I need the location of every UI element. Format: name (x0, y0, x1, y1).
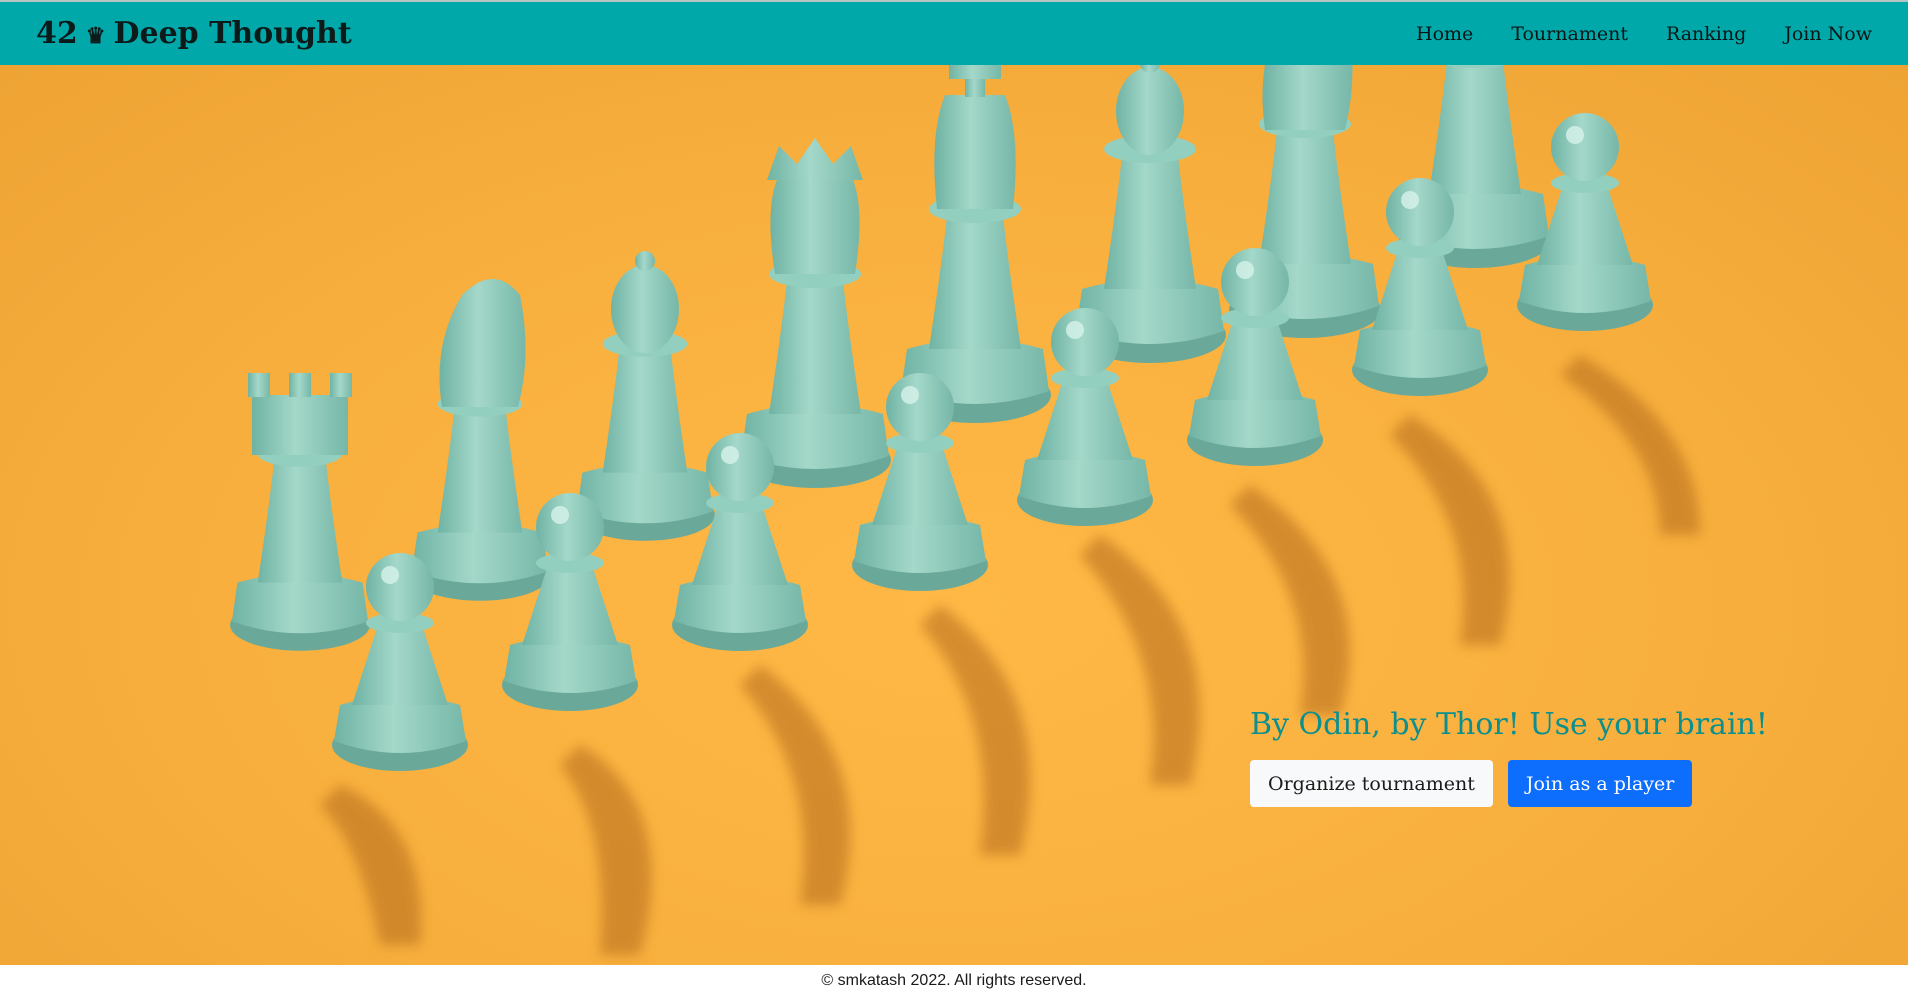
hero-section: By Odin, by Thor! Use your brain! Organi… (0, 65, 1908, 965)
copyright-text: © smkatash 2022. All rights reserved. (821, 972, 1087, 989)
brand-number: 42 (36, 16, 78, 51)
crown-icon: ♛ (85, 22, 106, 49)
brand-logo[interactable]: 42 ♛ Deep Thought (36, 16, 352, 51)
main-nav: Home Tournament Ranking Join Now (1416, 23, 1872, 45)
hero-tagline: By Odin, by Thor! Use your brain! (1250, 707, 1768, 742)
hero-cta: By Odin, by Thor! Use your brain! Organi… (1250, 707, 1768, 807)
cta-buttons: Organize tournament Join as a player (1250, 760, 1768, 807)
nav-item-tournament[interactable]: Tournament (1511, 23, 1628, 45)
nav-item-ranking[interactable]: Ranking (1666, 23, 1746, 45)
nav-item-home[interactable]: Home (1416, 23, 1473, 45)
join-as-player-button[interactable]: Join as a player (1507, 760, 1693, 807)
nav-item-join-now[interactable]: Join Now (1784, 23, 1872, 45)
organize-tournament-button[interactable]: Organize tournament (1250, 760, 1493, 807)
navbar: 42 ♛ Deep Thought Home Tournament Rankin… (0, 2, 1908, 65)
chess-pieces-image (230, 65, 1700, 955)
footer: © smkatash 2022. All rights reserved. (0, 965, 1908, 997)
brand-name: Deep Thought (113, 16, 352, 51)
